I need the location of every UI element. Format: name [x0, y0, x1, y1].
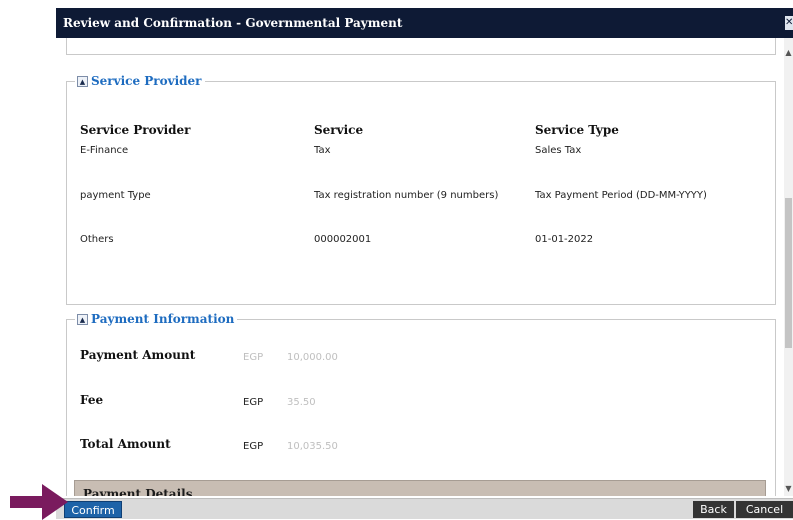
payment-details-label: Payment Details	[83, 487, 193, 496]
payment-information-legend-label: Payment Information	[91, 312, 235, 326]
value-payment-type: Others	[80, 234, 114, 245]
payment-amount-value: 10,000.00	[287, 352, 338, 363]
payment-information-section: ▲ Payment Information Payment Amount EGP…	[66, 312, 776, 496]
arrow-right-icon	[10, 484, 68, 520]
payment-details-header[interactable]: Payment Details	[74, 480, 766, 496]
service-provider-section: ▲ Service Provider Service Provider Serv…	[66, 74, 776, 305]
value-service-provider: E-Finance	[80, 145, 129, 156]
payment-amount-label: Payment Amount	[80, 348, 196, 362]
review-confirmation-dialog: Review and Confirmation - Governmental P…	[56, 8, 793, 519]
previous-section	[66, 38, 776, 55]
confirm-button[interactable]: Confirm	[64, 501, 122, 518]
label-payment-type: payment Type	[80, 190, 151, 201]
payment-information-legend[interactable]: ▲ Payment Information	[75, 312, 238, 326]
scrollbar-thumb[interactable]	[785, 198, 792, 348]
vertical-scrollbar[interactable]: ▲ ▼	[784, 38, 793, 496]
back-button[interactable]: Back	[693, 501, 734, 518]
service-provider-legend[interactable]: ▲ Service Provider	[75, 74, 205, 88]
left-gutter	[0, 0, 56, 519]
fee-label: Fee	[80, 393, 104, 407]
fee-value: 35.50	[287, 397, 316, 408]
header-service-type: Service Type	[535, 123, 619, 137]
payment-amount-currency: EGP	[243, 352, 264, 363]
service-provider-legend-label: Service Provider	[91, 74, 202, 88]
dialog-content: ▲ Service Provider Service Provider Serv…	[56, 38, 784, 496]
close-icon[interactable]: ✕	[785, 16, 793, 30]
label-tax-payment-period: Tax Payment Period (DD-MM-YYYY)	[535, 190, 707, 201]
scroll-down-icon[interactable]: ▼	[784, 482, 793, 496]
collapse-icon[interactable]: ▲	[77, 75, 88, 87]
header-service-provider: Service Provider	[80, 123, 191, 137]
fee-currency: EGP	[243, 397, 264, 408]
cancel-button[interactable]: Cancel	[736, 501, 793, 518]
total-amount-value: 10,035.50	[287, 441, 338, 452]
total-amount-currency: EGP	[243, 441, 264, 452]
dialog-titlebar: Review and Confirmation - Governmental P…	[56, 8, 793, 38]
collapse-icon[interactable]: ▲	[77, 313, 88, 325]
value-service-type: Sales Tax	[535, 145, 582, 156]
header-service: Service	[314, 123, 364, 137]
value-tax-payment-period: 01-01-2022	[535, 234, 594, 245]
dialog-footer: Confirm Back Cancel	[56, 498, 793, 519]
label-tax-registration-number: Tax registration number (9 numbers)	[314, 190, 499, 201]
total-amount-label: Total Amount	[80, 437, 171, 451]
dialog-title: Review and Confirmation - Governmental P…	[63, 16, 403, 30]
value-tax-registration-number: 000002001	[314, 234, 372, 245]
value-service: Tax	[314, 145, 331, 156]
scroll-up-icon[interactable]: ▲	[784, 46, 793, 60]
